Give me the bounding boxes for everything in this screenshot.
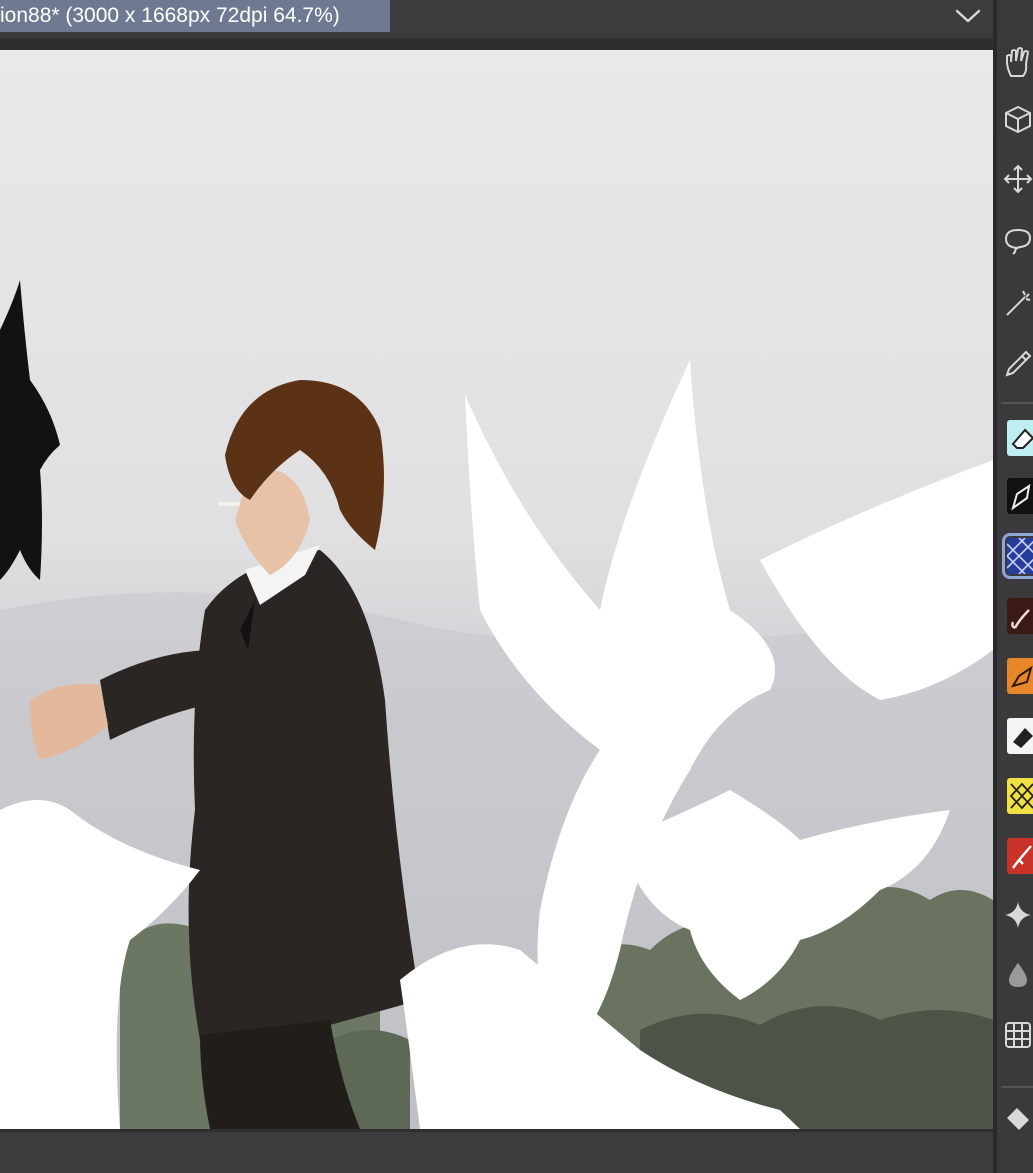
pattern-tool[interactable]	[1007, 778, 1033, 814]
eyedropper-icon	[1005, 350, 1032, 377]
artwork-canvas[interactable]	[0, 50, 993, 1129]
pattern-brush-tool[interactable]	[1002, 533, 1033, 579]
grid-icon	[1005, 1022, 1031, 1048]
document-tab-bar: ion88* (3000 x 1668px 72dpi 64.7%)	[0, 0, 993, 38]
cube-icon	[1005, 105, 1031, 134]
droplet-icon	[1009, 963, 1027, 987]
hand-icon	[1006, 47, 1030, 77]
pen-nib-icon	[1011, 483, 1031, 511]
marker-tool[interactable]	[1007, 838, 1033, 874]
tool-palette	[997, 0, 1033, 1173]
move-arrows-icon	[1003, 164, 1033, 194]
lasso-tool[interactable]	[1003, 218, 1033, 264]
bucket-icon	[1007, 1108, 1029, 1130]
chevron-down-icon	[955, 9, 981, 23]
pattern-icon	[1009, 782, 1033, 810]
airbrush-tool[interactable]	[1007, 658, 1033, 694]
move-tool[interactable]	[1003, 156, 1033, 202]
airbrush-icon	[1010, 665, 1033, 688]
crosshatch-icon	[1007, 538, 1033, 574]
toolbar-separator	[1001, 402, 1033, 404]
magic-wand-icon	[1006, 290, 1031, 316]
toolbar-separator	[1001, 1086, 1033, 1088]
sparkle-tool[interactable]	[1003, 892, 1033, 938]
document-tab[interactable]: ion88* (3000 x 1668px 72dpi 64.7%)	[0, 0, 390, 32]
decoration-icon	[1013, 728, 1033, 748]
blend-tool[interactable]	[1003, 952, 1033, 998]
marker-icon	[1012, 845, 1032, 869]
grid-tool[interactable]	[1003, 1012, 1033, 1058]
tab-menu-button[interactable]	[948, 0, 988, 32]
fill-tool[interactable]	[1003, 1096, 1033, 1142]
eraser-tool[interactable]	[1007, 420, 1033, 456]
hand-tool[interactable]	[1003, 40, 1033, 86]
lasso-icon	[1004, 228, 1032, 255]
brush-tool[interactable]	[1007, 598, 1033, 634]
eraser-icon	[1011, 428, 1033, 449]
eyedropper-tool[interactable]	[1003, 340, 1033, 386]
sparkle-icon	[1005, 902, 1031, 928]
canvas-area[interactable]	[0, 38, 993, 1132]
status-bar	[0, 1132, 993, 1173]
3d-object-tool[interactable]	[1003, 96, 1033, 142]
pen-tool[interactable]	[1007, 478, 1033, 514]
magic-wand-tool[interactable]	[1003, 280, 1033, 326]
brush-icon	[1011, 609, 1030, 630]
document-tab-title: ion88* (3000 x 1668px 72dpi 64.7%)	[0, 4, 340, 27]
decoration-tool[interactable]	[1007, 718, 1033, 754]
